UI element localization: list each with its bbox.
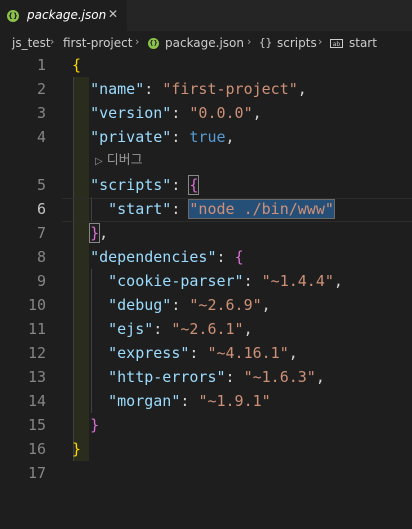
debug-label: 디버그 xyxy=(106,153,143,168)
line-number: 7 xyxy=(36,224,46,242)
tab-package-json[interactable]: {} package.json ✕ xyxy=(0,0,127,31)
breadcrumb: js_test › first-project › {} package.jso… xyxy=(0,31,412,53)
line-number: 9 xyxy=(36,272,46,290)
close-icon[interactable]: ✕ xyxy=(106,7,120,21)
breadcrumb-item-start[interactable]: start xyxy=(349,36,377,50)
breadcrumb-item-file[interactable]: package.json xyxy=(165,36,244,50)
code-line[interactable]: 16} xyxy=(0,437,412,461)
line-number: 12 xyxy=(27,344,46,362)
code-line[interactable]: 12 "express": "~4.16.1", xyxy=(0,341,412,365)
code-line[interactable]: 15 } xyxy=(0,413,412,437)
code-line[interactable]: 11 "ejs": "~2.6.1", xyxy=(0,317,412,341)
code-text: } xyxy=(72,440,82,458)
code-text: "cookie-parser": "~1.4.4", xyxy=(108,272,343,290)
code-line[interactable]: 13 "http-errors": "~1.6.3", xyxy=(0,365,412,389)
line-number: 8 xyxy=(36,248,46,266)
line-number: 5 xyxy=(36,176,46,194)
code-text: "dependencies": { xyxy=(90,248,244,266)
code-line[interactable]: 8 "dependencies": { xyxy=(0,245,412,269)
code-text: "version": "0.0.0", xyxy=(90,104,262,122)
chevron-right-icon: › xyxy=(50,35,55,48)
code-text: "name": "first-project", xyxy=(90,80,307,98)
code-text: "express": "~4.16.1", xyxy=(108,344,298,362)
line-number: 6 xyxy=(36,200,46,218)
code-line[interactable]: 2 "name": "first-project", xyxy=(0,77,412,101)
line-number: 4 xyxy=(36,128,46,146)
code-text: } xyxy=(90,416,100,434)
line-number: 13 xyxy=(27,368,46,386)
code-text: { xyxy=(72,56,82,74)
string-symbol-icon: ab xyxy=(330,39,343,48)
line-number: 2 xyxy=(36,80,46,98)
breadcrumb-item-project[interactable]: first-project xyxy=(63,36,132,50)
chevron-right-icon: › xyxy=(135,35,140,48)
code-line[interactable]: 14 "morgan": "~1.9.1" xyxy=(0,389,412,413)
code-text: "private": true, xyxy=(90,128,235,146)
code-line[interactable]: 7 }, xyxy=(0,221,412,245)
line-number: 16 xyxy=(27,440,46,458)
debug-codelens[interactable]: ▷ 디버그 xyxy=(95,149,143,173)
code-text: "debug": "~2.6.9", xyxy=(108,296,271,314)
code-line[interactable]: 1{ xyxy=(0,53,412,77)
chevron-right-icon: › xyxy=(318,35,323,48)
codelens-row: ▷ 디버그 xyxy=(0,149,412,173)
breadcrumb-item-scripts[interactable]: scripts xyxy=(277,36,317,50)
tab-bar: {} package.json ✕ xyxy=(0,0,412,31)
code-text: "scripts": { xyxy=(90,175,200,195)
object-symbol-icon: {} xyxy=(259,36,273,49)
code-line[interactable]: 17 xyxy=(0,461,412,485)
code-text: "start": "node ./bin/www" xyxy=(108,199,335,219)
code-line[interactable]: 10 "debug": "~2.6.9", xyxy=(0,293,412,317)
line-number: 15 xyxy=(27,416,46,434)
tab-label: package.json xyxy=(27,8,107,22)
code-line[interactable]: 3 "version": "0.0.0", xyxy=(0,101,412,125)
line-number: 17 xyxy=(27,464,46,482)
line-number: 14 xyxy=(27,392,46,410)
code-line[interactable]: 4 "private": true, xyxy=(0,125,412,149)
json-file-icon: {} xyxy=(7,10,19,22)
code-line[interactable]: 9 "cookie-parser": "~1.4.4", xyxy=(0,269,412,293)
play-icon: ▷ xyxy=(95,156,103,167)
code-line[interactable]: 5 "scripts": { xyxy=(0,173,412,197)
chevron-right-icon: › xyxy=(247,35,252,48)
line-number: 10 xyxy=(27,296,46,314)
code-text: "morgan": "~1.9.1" xyxy=(108,392,271,410)
line-number: 11 xyxy=(27,320,46,338)
code-text: "http-errors": "~1.6.3", xyxy=(108,368,325,386)
code-editor[interactable]: 1{2 "name": "first-project", 3 "version":… xyxy=(0,53,412,529)
code-text: }, xyxy=(89,223,109,243)
breadcrumb-item-folder[interactable]: js_test xyxy=(12,36,51,50)
code-text: "ejs": "~2.6.1", xyxy=(108,320,253,338)
line-number: 3 xyxy=(36,104,46,122)
json-file-icon: {} xyxy=(148,38,159,49)
code-line[interactable]: 6 "start": "node ./bin/www" xyxy=(0,197,412,222)
line-number: 1 xyxy=(36,56,46,74)
